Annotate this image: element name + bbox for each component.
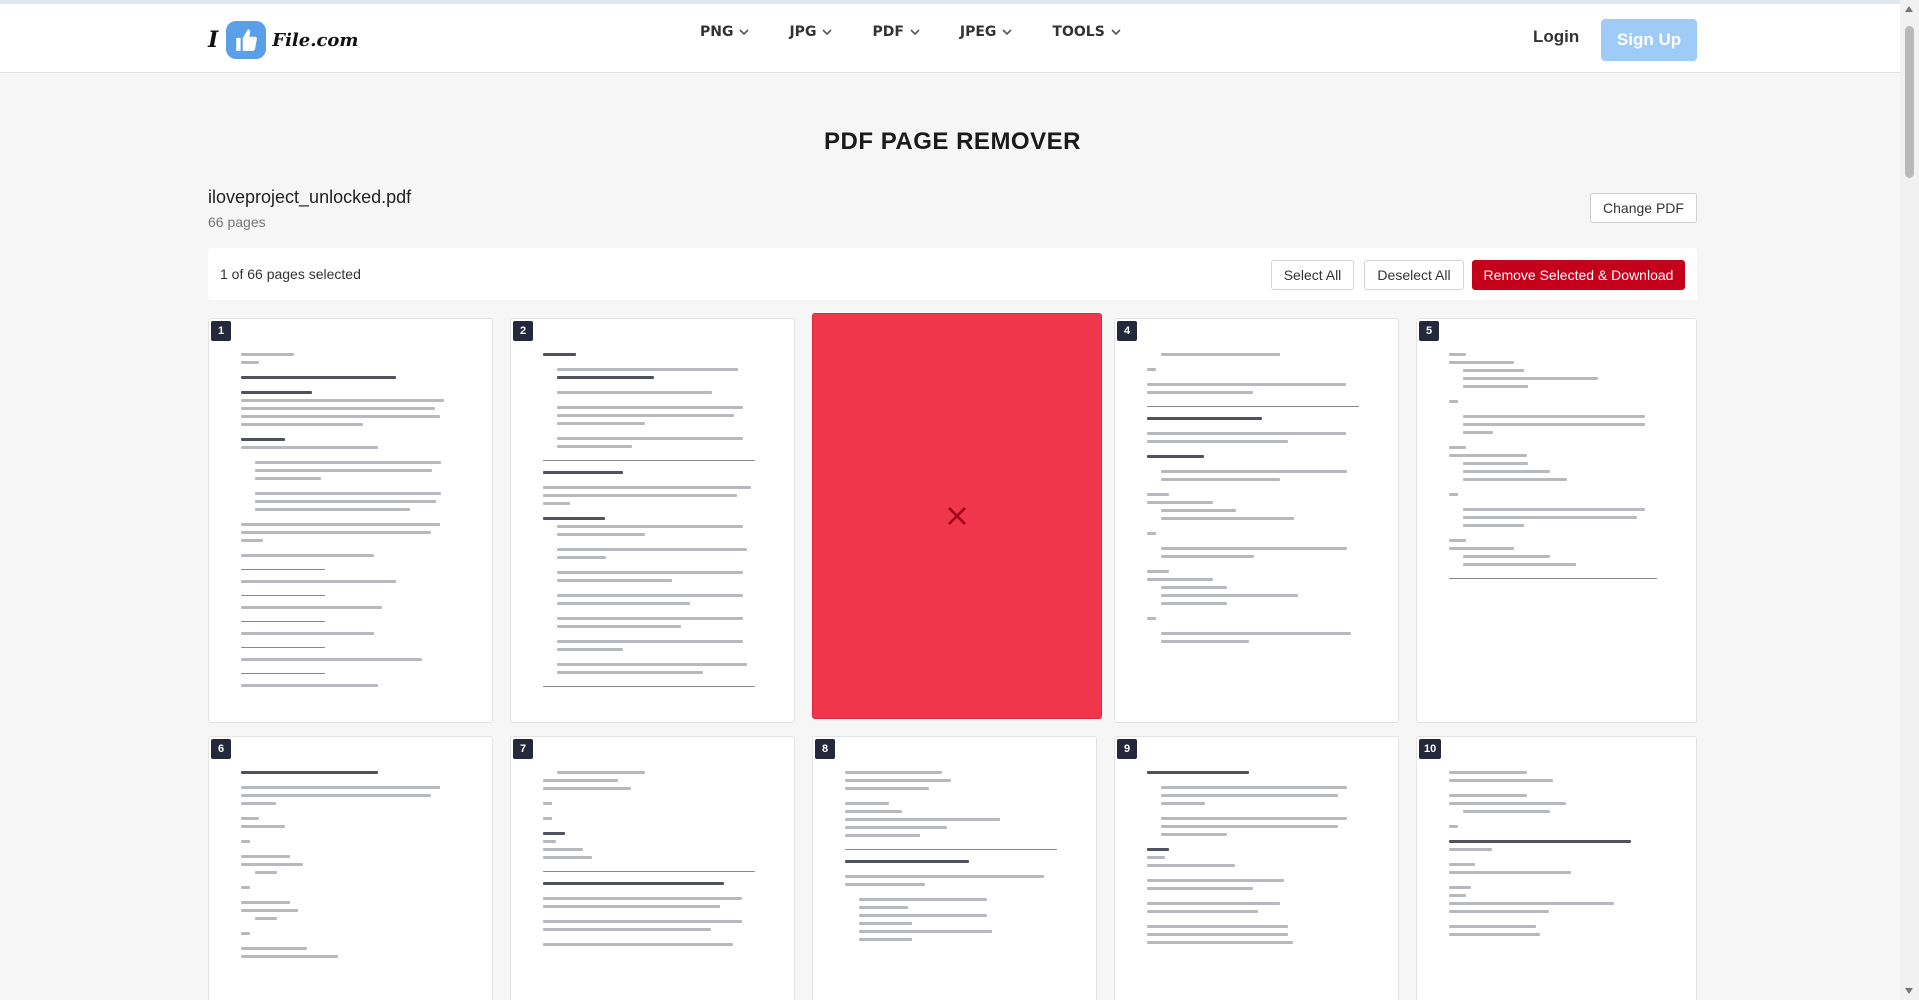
page-number-badge: 6 bbox=[211, 739, 231, 759]
page-thumbnail[interactable]: 10 bbox=[1416, 736, 1697, 1000]
logo-prefix: I bbox=[208, 27, 219, 53]
page-title: PDF PAGE REMOVER bbox=[824, 128, 1081, 155]
page-thumbnail[interactable]: 4 bbox=[1114, 318, 1399, 723]
nav-label: PDF bbox=[872, 24, 904, 40]
close-icon[interactable] bbox=[945, 504, 969, 528]
page-grid: 1 2 4 5 6 7 8 9 10 bbox=[208, 313, 1697, 1000]
thumbs-up-icon bbox=[226, 21, 267, 59]
page-preview bbox=[845, 771, 1066, 1000]
scrollbar-thumb[interactable] bbox=[1905, 26, 1914, 178]
chevron-down-icon bbox=[822, 29, 833, 36]
page-thumbnail[interactable]: 1 bbox=[208, 318, 493, 723]
chevron-down-icon bbox=[1111, 29, 1121, 36]
page-number-badge: 8 bbox=[815, 739, 835, 759]
page-number-badge: 1 bbox=[211, 321, 231, 341]
change-pdf-button[interactable]: Change PDF bbox=[1590, 193, 1697, 223]
file-name: iloveproject_unlocked.pdf bbox=[208, 187, 412, 207]
page-thumbnail-selected[interactable] bbox=[812, 313, 1102, 719]
page-preview bbox=[241, 771, 462, 1000]
nav-jpg[interactable]: JPG bbox=[789, 24, 833, 40]
nav-png[interactable]: PNG bbox=[700, 24, 750, 40]
file-page-count: 66 pages bbox=[208, 214, 266, 230]
chevron-down-icon bbox=[739, 29, 750, 36]
page-preview bbox=[543, 771, 764, 1000]
select-all-button[interactable]: Select All bbox=[1271, 260, 1354, 290]
page-thumbnail[interactable]: 7 bbox=[510, 736, 795, 1000]
selection-count: 1 of 66 pages selected bbox=[220, 266, 361, 282]
page-number-badge: 10 bbox=[1419, 739, 1442, 759]
nav-label: JPEG bbox=[959, 24, 997, 40]
page-number-badge: 5 bbox=[1419, 321, 1439, 341]
login-link[interactable]: Login bbox=[1533, 27, 1579, 47]
site-header: I File.com PNG JPG PDF JPEG TOOLS Login … bbox=[0, 0, 1900, 73]
site-logo[interactable]: I File.com bbox=[208, 20, 358, 60]
scroll-down-icon[interactable] bbox=[1905, 988, 1913, 994]
page-thumbnail[interactable]: 8 bbox=[812, 736, 1097, 1000]
top-accent-line bbox=[0, 0, 1900, 4]
nav-jpeg[interactable]: JPEG bbox=[960, 24, 1013, 40]
signup-button[interactable]: Sign Up bbox=[1601, 19, 1697, 61]
page-preview bbox=[241, 353, 462, 702]
page-number-badge: 4 bbox=[1117, 321, 1137, 341]
logo-suffix: File.com bbox=[272, 29, 359, 51]
main-nav: PNG JPG PDF JPEG TOOLS bbox=[700, 24, 1161, 40]
page-thumbnail[interactable]: 6 bbox=[208, 736, 493, 1000]
scroll-up-icon[interactable] bbox=[1905, 6, 1913, 12]
nav-label: JPG bbox=[789, 24, 817, 40]
nav-label: TOOLS bbox=[1052, 24, 1105, 40]
page-preview bbox=[1147, 353, 1368, 702]
page-thumbnail[interactable]: 9 bbox=[1114, 736, 1399, 1000]
nav-tools[interactable]: TOOLS bbox=[1052, 24, 1121, 40]
deselect-all-button[interactable]: Deselect All bbox=[1364, 260, 1464, 290]
page-preview bbox=[1449, 771, 1666, 1000]
page-number-badge: 7 bbox=[513, 739, 533, 759]
chevron-down-icon bbox=[1002, 29, 1012, 36]
nav-label: PNG bbox=[700, 24, 734, 40]
page-thumbnail[interactable]: 5 bbox=[1416, 318, 1697, 723]
chevron-down-icon bbox=[910, 29, 920, 36]
page-preview bbox=[1449, 353, 1666, 702]
page-number-badge: 2 bbox=[513, 321, 533, 341]
nav-pdf[interactable]: PDF bbox=[872, 24, 920, 40]
page-number-badge: 9 bbox=[1117, 739, 1137, 759]
page-preview bbox=[1147, 771, 1368, 1000]
remove-selected-download-button[interactable]: Remove Selected & Download bbox=[1472, 260, 1685, 290]
page-preview bbox=[543, 353, 764, 702]
selection-toolbar: 1 of 66 pages selected Select All Desele… bbox=[208, 248, 1697, 300]
page-thumbnail[interactable]: 2 bbox=[510, 318, 795, 723]
